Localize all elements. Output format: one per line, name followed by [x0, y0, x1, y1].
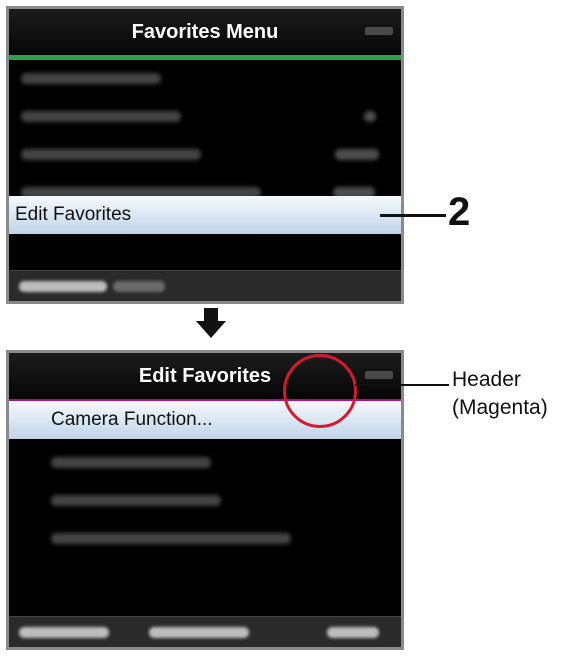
annotation-line-1: Header — [452, 368, 521, 391]
menu-item-blurred[interactable] — [9, 135, 401, 173]
menu-item-blurred[interactable] — [9, 519, 401, 557]
menu-footer — [9, 270, 401, 301]
header-corner-indicator — [365, 371, 393, 379]
menu-item-blurred[interactable] — [9, 443, 401, 481]
menu-item-blurred[interactable] — [9, 97, 401, 135]
highlight-circle — [283, 354, 357, 428]
annotation-line-2: (Magenta) — [452, 396, 548, 419]
menu-item-edit-favorites[interactable]: Edit Favorites — [9, 196, 401, 234]
arrow-down-icon — [196, 308, 226, 338]
callout-line — [380, 214, 446, 217]
menu-item-label: Edit Favorites — [15, 204, 132, 225]
menu-title: Edit Favorites — [138, 365, 272, 387]
menu-title: Favorites Menu — [131, 21, 279, 43]
header-corner-indicator — [365, 27, 393, 35]
annotation-leader-line — [355, 384, 449, 386]
menu-item-label: Camera Function... — [51, 409, 213, 430]
menu-header: Favorites Menu — [9, 9, 401, 60]
menu-item-blurred[interactable] — [9, 481, 401, 519]
menu-item-blurred[interactable] — [9, 59, 401, 97]
favorites-menu-screen: Favorites Menu Edit Favorites — [6, 6, 404, 304]
header-annotation: Header (Magenta) — [452, 366, 548, 422]
menu-footer — [9, 616, 401, 647]
step-number: 2 — [448, 190, 471, 234]
